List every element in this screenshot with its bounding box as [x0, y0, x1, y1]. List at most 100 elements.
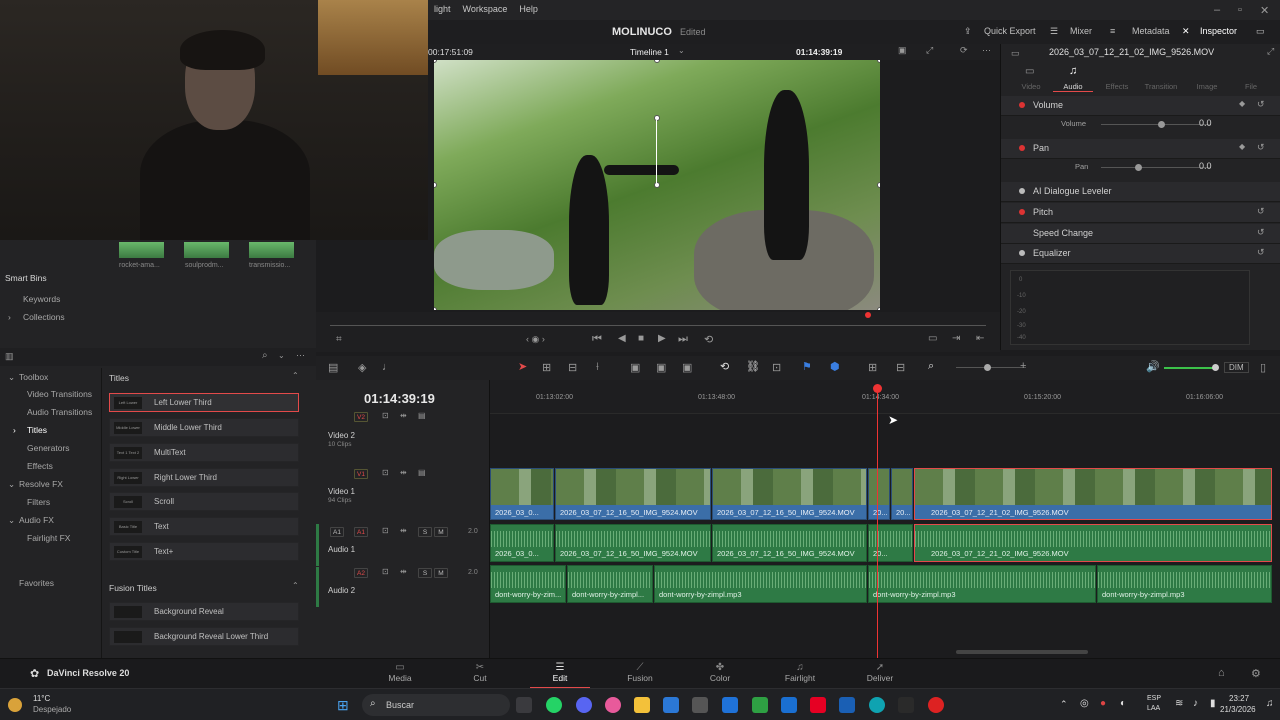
panel-toggle-icon[interactable]: ▭ [1256, 26, 1265, 37]
windows-start-icon[interactable]: ⊞ [337, 697, 349, 714]
loop-icon[interactable]: ⟳ [960, 45, 968, 56]
notification-bell-icon[interactable]: ♫ [1266, 698, 1274, 709]
tab-transition[interactable]: Transition [1141, 82, 1181, 91]
bin-collections[interactable]: Collections [23, 312, 65, 322]
search-icon[interactable]: ⌕ [262, 350, 268, 361]
stop-icon[interactable]: ■ [638, 333, 644, 344]
viewer-mode-icon[interactable]: ▣ [898, 45, 907, 56]
language-indicator[interactable]: ESP [1147, 695, 1161, 702]
auto-select-icon[interactable]: ⇹ [400, 468, 407, 477]
chevron-down-icon[interactable]: ⌄ [8, 515, 15, 526]
select-tool-icon[interactable]: ➤ [518, 360, 527, 373]
prev-frame-icon[interactable]: ⇤ [976, 333, 984, 344]
zoom-icon[interactable]: ⌕ [928, 360, 934, 373]
more-options-icon[interactable]: ⋯ [296, 350, 305, 361]
chrome-icon[interactable] [928, 697, 944, 713]
dialogue-leveler-section[interactable]: AI Dialogue Leveler [1001, 182, 1280, 202]
region-indicator[interactable]: LAA [1147, 705, 1160, 712]
pitch-toggle[interactable] [1019, 209, 1025, 215]
page-cut[interactable]: ✂ Cut [450, 659, 510, 689]
viewer-frame[interactable] [434, 60, 880, 310]
auto-select-icon[interactable]: ⇹ [400, 411, 407, 420]
clock-date[interactable]: 21/3/2026 [1220, 705, 1256, 714]
video-clip[interactable]: 2026_03_07_12_16_50_IMG_9524.MOV [712, 468, 867, 520]
mixer-icon[interactable]: ☰ [1050, 26, 1058, 37]
lock-icon[interactable]: ⊡ [382, 411, 389, 420]
inspector-button[interactable]: Inspector [1200, 26, 1237, 36]
chevron-down-icon[interactable]: ⌄ [8, 479, 15, 490]
bin-keywords[interactable]: Keywords [23, 294, 60, 304]
clock-time[interactable]: 23:27 [1229, 694, 1249, 703]
tab-image[interactable]: Image [1187, 82, 1227, 91]
track-id-v1[interactable]: V1 [354, 469, 368, 479]
zoom-detail-icon[interactable]: ⊟ [896, 361, 905, 374]
next-frame-icon[interactable]: ⇥ [952, 333, 960, 344]
media-thumb[interactable] [119, 242, 164, 258]
reset-icon[interactable]: ↺ [1257, 247, 1265, 258]
audio-clip[interactable]: 2026_03_07_12_16_50_IMG_9524.MOV [712, 524, 867, 562]
music-clip[interactable]: dont-worry-by-zim... [490, 565, 566, 603]
jog-icon[interactable]: ‹ ◉ › [526, 334, 545, 345]
blade-tool-icon[interactable]: ⟊ [596, 361, 599, 374]
audio-clip[interactable]: 2026_03_07_12_16_50_IMG_9524.MOV [555, 524, 711, 562]
edge-icon[interactable] [869, 697, 885, 713]
davinci-taskbar-icon[interactable] [898, 697, 914, 713]
pan-section[interactable]: Pan ◆ ↺ [1001, 139, 1280, 159]
toolbox-effects[interactable]: Effects [27, 461, 53, 471]
dialogue-leveler-toggle[interactable] [1019, 188, 1025, 194]
auto-select-icon[interactable]: ⇹ [400, 526, 407, 535]
source-patch-a1[interactable]: A1 [330, 527, 344, 537]
volume-section[interactable]: Volume ◆ ↺ [1001, 96, 1280, 116]
keyframe-icon[interactable]: ◆ [1239, 142, 1245, 151]
menu-item-help[interactable]: Help [513, 4, 544, 14]
timeline-ruler[interactable]: 01:13:02:00 01:13:48:00 01:14:34:00 01:1… [490, 380, 1280, 414]
play-reverse-icon[interactable]: ◀ [618, 333, 626, 344]
store-icon[interactable] [663, 697, 679, 713]
video-clip[interactable]: 2026_03_0... [490, 468, 554, 520]
toolbox-video-transitions[interactable]: Video Transitions [27, 389, 92, 399]
video-clip[interactable]: 20... [891, 468, 913, 520]
mute-button[interactable]: M [434, 527, 448, 537]
title-item-left-lower-third[interactable]: Left Lower Left Lower Third [109, 393, 299, 412]
tab-audio[interactable]: Audio [1053, 82, 1093, 92]
chevron-right-icon[interactable]: › [8, 312, 11, 322]
track-id-a2[interactable]: A2 [354, 568, 368, 578]
chevron-right-icon[interactable]: › [13, 425, 16, 435]
track-id-v2[interactable]: V2 [354, 412, 368, 422]
replace-clip-icon[interactable]: ▣ [682, 361, 692, 374]
pan-slider[interactable] [1101, 167, 1211, 168]
discord-icon[interactable] [576, 697, 592, 713]
battery-icon[interactable]: ▮ [1210, 698, 1216, 709]
zoom-in-icon[interactable]: + [1020, 360, 1026, 372]
equalizer-graph[interactable]: 0 -10 -20 -30 -40 [1010, 270, 1250, 345]
taskbar-search[interactable]: ⌕ Buscar [362, 694, 510, 716]
fairlight-fx-item[interactable]: Fairlight FX [27, 533, 70, 543]
lock-icon[interactable]: ⊡ [382, 526, 389, 535]
pan-enable-toggle[interactable] [1019, 145, 1025, 151]
mute-button[interactable]: M [434, 568, 448, 578]
page-deliver[interactable]: ➚ Deliver [850, 659, 910, 689]
equalizer-toggle[interactable] [1019, 250, 1025, 256]
menu-item-workspace[interactable]: Workspace [457, 4, 514, 14]
timeline-scrollbar[interactable] [956, 650, 1088, 654]
scrubber-playhead[interactable] [865, 312, 871, 318]
dynamic-trim-icon[interactable]: ⊟ [568, 361, 577, 374]
toolbox-audio-transitions[interactable]: Audio Transitions [27, 407, 92, 417]
match-frame-icon[interactable]: ▭ [928, 333, 937, 344]
tray-chevron-icon[interactable]: ⌃ [1060, 699, 1068, 710]
crop-icon[interactable]: ⌗ [336, 334, 342, 345]
solo-button[interactable]: S [418, 527, 432, 537]
media-thumb[interactable] [249, 242, 294, 258]
volume-meter-slider[interactable] [1164, 367, 1214, 369]
resolve-fx-item[interactable]: Resolve FX [19, 479, 63, 489]
music-clip[interactable]: dont-worry-by-zimpl.mp3 [654, 565, 867, 603]
chevron-down-icon[interactable]: ⌄ [678, 46, 685, 55]
music-clip[interactable]: dont-worry-by-zimpl.mp3 [1097, 565, 1272, 603]
audio-clip[interactable]: 2026_03_0... [490, 524, 554, 562]
word-icon[interactable] [839, 697, 855, 713]
flag-icon[interactable]: ◈ [358, 361, 366, 374]
reset-icon[interactable]: ↺ [1257, 99, 1265, 110]
audio-clip-selected[interactable]: 2026_03_07_12_21_02_IMG_9526.MOV [914, 524, 1272, 562]
video-clip[interactable]: 2026_03_07_12_16_50_IMG_9524.MOV [555, 468, 711, 520]
title-item-text-plus[interactable]: Custom Title Text+ [109, 542, 299, 561]
